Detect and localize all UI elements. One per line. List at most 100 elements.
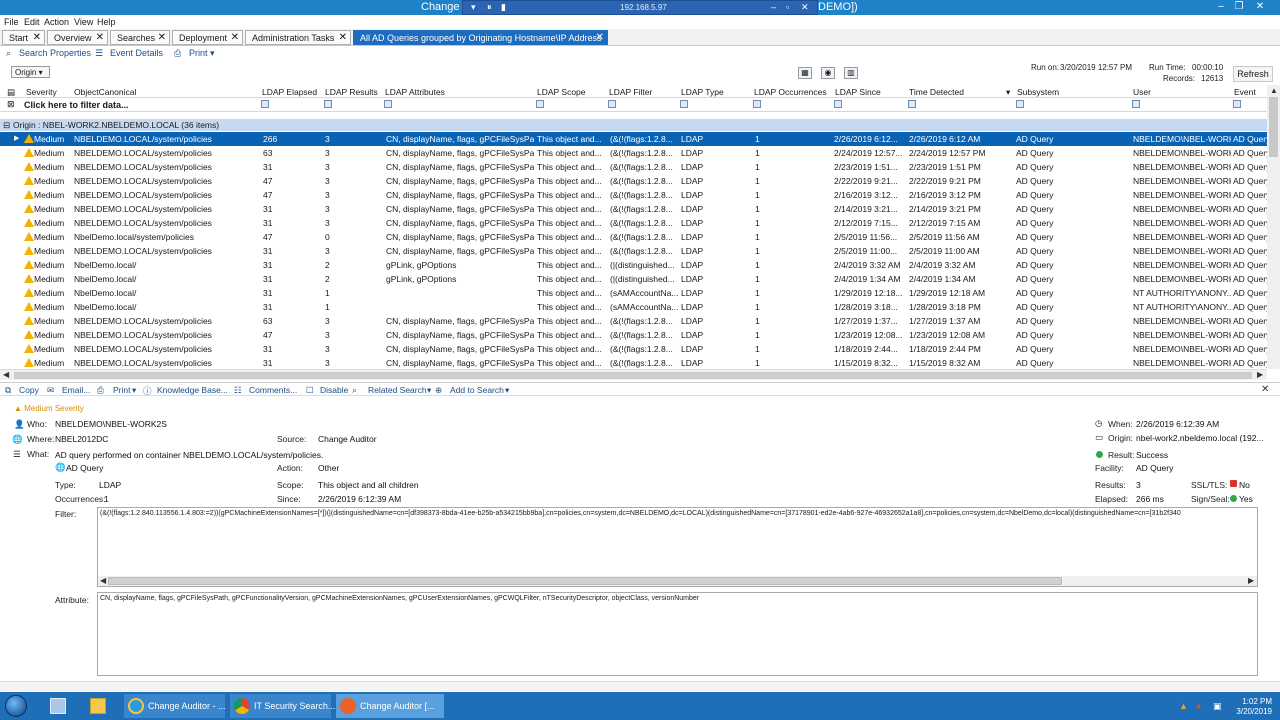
grid-view-icon[interactable]: ▦ [798, 67, 812, 79]
column-header-ldap-occurrences[interactable]: LDAP Occurrences [754, 87, 827, 97]
table-row[interactable]: ▶ Medium NBELDEMO.LOCAL/system/policies 266… [0, 132, 1267, 146]
minimize-icon[interactable]: – [1211, 0, 1231, 15]
close-tab-icon[interactable]: ✕ [596, 32, 604, 43]
column-header-ldap-results[interactable]: LDAP Results [325, 87, 378, 97]
close-detail-icon[interactable]: ✕ [1261, 384, 1269, 395]
chart-view-icon[interactable]: ▥ [844, 67, 858, 79]
menu-file[interactable]: File [4, 17, 19, 27]
column-header-event[interactable]: Event [1234, 87, 1256, 97]
email-button[interactable]: Email... [62, 385, 90, 395]
menu-help[interactable]: Help [97, 17, 116, 27]
column-header-severity[interactable]: Severity [26, 87, 57, 97]
change-auditor-tray-icon[interactable]: ● [1196, 701, 1201, 711]
column-header-ldap-filter[interactable]: LDAP Filter [609, 87, 652, 97]
scrollbar-thumb[interactable] [108, 577, 1062, 585]
tab-administration-tasks[interactable]: Administration Tasks ✕ [245, 30, 351, 45]
column-filter-icon[interactable] [324, 100, 332, 108]
filter-row-text[interactable]: Click here to filter data... [24, 100, 129, 110]
table-row[interactable]: Medium NBELDEMO.LOCAL/system/policies 63 3 C… [0, 314, 1267, 328]
grid-horizontal-scrollbar[interactable]: ◀ ▶ [0, 369, 1267, 380]
column-header-user[interactable]: User [1133, 87, 1151, 97]
group-by-dropdown[interactable]: Origin ▾ [11, 66, 50, 78]
search-properties-button[interactable]: Search Properties [19, 48, 91, 58]
table-row[interactable]: Medium NBELDEMO.LOCAL/system/policies 47 3 C… [0, 188, 1267, 202]
tab-start[interactable]: Start ✕ [2, 30, 45, 45]
table-row[interactable]: Medium NBELDEMO.LOCAL/system/policies 31 3 C… [0, 342, 1267, 356]
column-chooser-icon[interactable]: ▤ [7, 87, 15, 98]
close-tab-icon[interactable]: ✕ [96, 32, 104, 43]
close-tab-icon[interactable]: ✕ [231, 32, 239, 43]
table-row[interactable]: Medium NBELDEMO.LOCAL/system/policies 47 3 C… [0, 328, 1267, 342]
chevron-down-icon[interactable]: ▾ [210, 48, 215, 59]
column-filter-icon[interactable] [536, 100, 544, 108]
filter-textbox[interactable]: (&(!(flags:1.2.840.113556.1.4.803:=2))(g… [97, 507, 1258, 587]
collapse-icon[interactable]: ⊟ [3, 120, 10, 131]
scroll-right-icon[interactable]: ▶ [1257, 370, 1263, 379]
table-row[interactable]: Medium NBELDEMO.LOCAL/system/policies 31 3 C… [0, 244, 1267, 258]
tab-overview[interactable]: Overview ✕ [47, 30, 108, 45]
column-filter-icon[interactable] [384, 100, 392, 108]
table-row[interactable]: Medium NbelDemo.local/system/policies 47 0 C… [0, 230, 1267, 244]
comments-button[interactable]: Comments... [249, 385, 297, 395]
menu-action[interactable]: Action [44, 17, 69, 27]
filter-row[interactable]: ⊠ Click here to filter data... [0, 98, 1267, 112]
disable-button[interactable]: Disable [320, 385, 348, 395]
related-search-button[interactable]: Related Search [368, 385, 427, 395]
maximize-icon[interactable]: ❐ [1229, 0, 1249, 15]
knowledge-base-button[interactable]: Knowledge Base... [157, 385, 228, 395]
pause-icon[interactable]: ⏸ [487, 2, 492, 13]
warning-tray-icon[interactable]: ▲ [1179, 701, 1188, 711]
table-row[interactable]: Medium NBELDEMO.LOCAL/system/policies 31 3 C… [0, 356, 1267, 369]
column-filter-icon[interactable] [608, 100, 616, 108]
pin-icon[interactable]: ▾ [471, 2, 476, 13]
map-view-icon[interactable]: ◉ [821, 67, 835, 79]
chevron-down-icon[interactable]: ▾ [505, 385, 509, 396]
column-filter-icon[interactable] [908, 100, 916, 108]
close-tab-icon[interactable]: ✕ [339, 32, 347, 43]
print-button[interactable]: Print [113, 385, 130, 395]
scroll-up-icon[interactable]: ▲ [1270, 86, 1278, 95]
table-row[interactable]: Medium NBELDEMO.LOCAL/system/policies 47 3 C… [0, 174, 1267, 188]
taskbar-it-security-search[interactable]: IT Security Search... [230, 694, 335, 718]
menu-view[interactable]: View [74, 17, 93, 27]
rdp-close-icon[interactable]: ✕ [801, 2, 809, 13]
remote-connection-bar[interactable]: ▾ ⏸ ▮ 192.168.5.97 – ▫ ✕ [462, 0, 818, 15]
tab-searches[interactable]: Searches ✕ [110, 30, 170, 45]
rdp-minimize-icon[interactable]: – [771, 2, 776, 12]
filter-horizontal-scrollbar[interactable]: ◀ ▶ [98, 576, 1257, 586]
table-row[interactable]: Medium NbelDemo.local/31 2 gPLink, gPOption… [0, 258, 1267, 272]
column-header-time-detected[interactable]: Time Detected [909, 87, 964, 97]
table-row[interactable]: Medium NBELDEMO.LOCAL/system/policies 31 3 C… [0, 216, 1267, 230]
column-header-objectcanonical[interactable]: ObjectCanonical [74, 87, 136, 97]
table-row[interactable]: Medium NbelDemo.local/31 1 This object and.… [0, 286, 1267, 300]
copy-button[interactable]: Copy [19, 385, 39, 395]
table-row[interactable]: Medium NbelDemo.local/31 1 This object and.… [0, 300, 1267, 314]
scrollbar-thumb[interactable] [14, 372, 1252, 379]
close-icon[interactable]: ✕ [1250, 0, 1270, 15]
column-header-ldap-attributes[interactable]: LDAP Attributes [385, 87, 445, 97]
add-to-search-button[interactable]: Add to Search [450, 385, 504, 395]
network-tray-icon[interactable]: ▣ [1213, 701, 1222, 712]
column-filter-icon[interactable] [1233, 100, 1241, 108]
column-header-ldap-type[interactable]: LDAP Type [681, 87, 724, 97]
scroll-right-icon[interactable]: ▶ [1248, 576, 1254, 585]
column-filter-icon[interactable] [753, 100, 761, 108]
tab-ad-queries[interactable]: All AD Queries grouped by Originating Ho… [353, 30, 608, 45]
system-clock[interactable]: 1:02 PM 3/20/2019 [1236, 697, 1272, 717]
start-button[interactable] [5, 695, 27, 717]
column-filter-icon[interactable] [1132, 100, 1140, 108]
column-filter-icon[interactable] [261, 100, 269, 108]
column-header-ldap-since[interactable]: LDAP Since [835, 87, 881, 97]
menu-edit[interactable]: Edit [24, 17, 40, 27]
taskbar-change-auditor-ie[interactable]: Change Auditor - ... [124, 694, 226, 718]
table-row[interactable]: Medium NBELDEMO.LOCAL/system/policies 31 3 C… [0, 160, 1267, 174]
taskbar-change-auditor-app[interactable]: Change Auditor [... [336, 694, 444, 718]
close-tab-icon[interactable]: ✕ [33, 32, 41, 43]
taskbar-file-explorer[interactable] [84, 694, 112, 718]
attribute-textbox[interactable]: CN, displayName, flags, gPCFileSysPath, … [97, 592, 1258, 676]
rdp-restore-icon[interactable]: ▫ [786, 2, 789, 12]
chevron-down-icon[interactable]: ▾ [427, 385, 431, 396]
print-button[interactable]: Print [189, 48, 208, 58]
tab-deployment[interactable]: Deployment ✕ [172, 30, 243, 45]
column-header-ldap-elapsed[interactable]: LDAP Elapsed [262, 87, 317, 97]
